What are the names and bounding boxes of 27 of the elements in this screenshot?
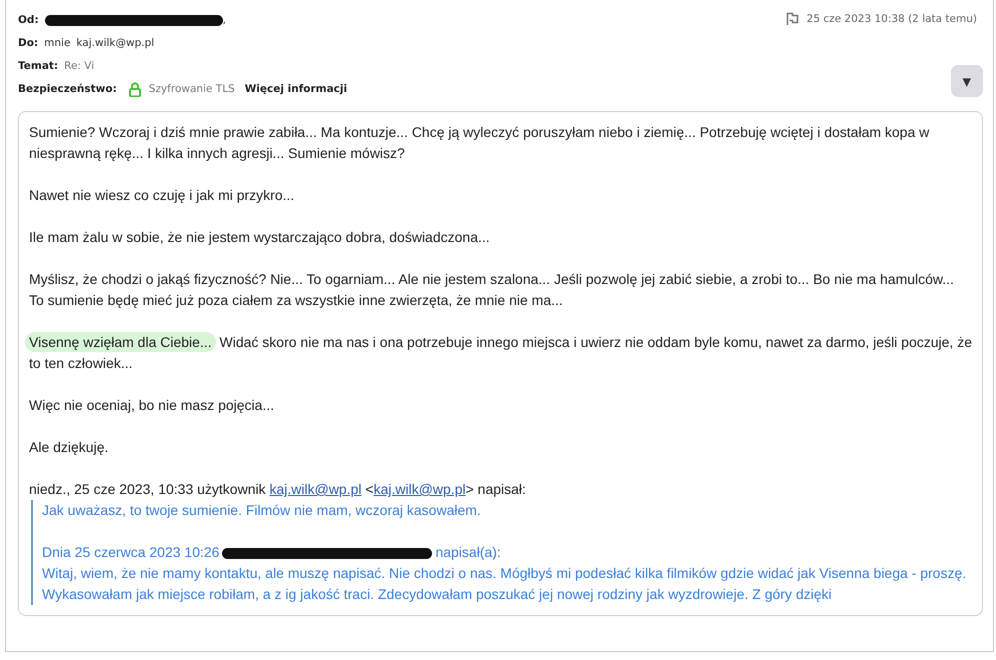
quoted-text: Witaj, wiem, że nie mamy kontaktu, ale muszę napisać. Nie chodzi o nas. Mógłbyś mi podesłać kilka filmików gdzie widać jak Visenna biega - proszę. Wykasowałam jak miejsce robiłam, a z ig jakość traci. Zdecydowałam poszukać jej nowej rodziny jak wyzdrowieje. Z góry dzięki [42, 564, 968, 604]
reply-attribution: niedz., 25 cze 2023, 10:33 użytkownik kaj.wilk@wp.pl <kaj.wilk@wp.pl> napisał: [29, 480, 527, 499]
recipient-name: mnie [44, 37, 70, 49]
recipient-address: kaj.wilk@wp.pl [76, 37, 154, 49]
message-date: 25 cze 2023 10:38 (2 lata temu) [806, 12, 977, 24]
body-paragraph: Myślisz, że chodzi o jakąś fizyczność? Nie... To ogarniam... Ale nie jestem szalona... Jeśli pozwolę jej zabić siebie, a zrobi to... Bo nie ma hamulców... To sumienie będę mieć już poza ciałem za wszystkie inne zwierzęta, że mnie nie ma... [29, 270, 955, 310]
email-link[interactable]: kaj.wilk@wp.pl [269, 481, 362, 497]
body-paragraph: Więc nie oceniaj, bo nie masz pojęcia... [29, 396, 276, 415]
field-label: Bezpieczeństwo: [18, 83, 117, 95]
field-label: Do: [18, 37, 38, 49]
more-info-link[interactable]: Więcej informacji [244, 83, 348, 95]
field-label: Od: [18, 14, 39, 26]
subject-text: Re: Vi [64, 60, 94, 72]
flag-icon[interactable] [786, 12, 799, 25]
quoted-attribution: Dnia 25 czerwca 2023 10:26 [42, 544, 220, 560]
field-label: Temat: [18, 60, 58, 72]
body-paragraph: Ile mam żalu w sobie, że nie jestem wystarczająco dobra, doświadczona... [29, 228, 491, 247]
quoted-text: Jak uważasz, to twoje sumienie. Filmów nie mam, wczoraj kasowałem. [42, 501, 482, 520]
body-paragraph: Ale dziękuję. [29, 438, 110, 457]
expand-button[interactable]: ▾ [951, 65, 983, 97]
body-paragraph: Sumienie? Wczoraj i dziś mnie prawie zabiła... Ma kontuzje... Chcę ją wyleczyć poruszyłam niebo i ziemię... Potrzebuję wciętej i dostałam kopa w niesprawną rękę... I kilka innych agresji... Sumienie mówisz? [29, 123, 930, 163]
body-paragraph: Nawet nie wiesz co czuję i jak mi przykro... [29, 186, 296, 205]
separator-text: , [222, 14, 226, 26]
quoted-attribution: napisał(a): [435, 544, 501, 560]
encryption-status: Szyfrowanie TLS [148, 83, 235, 95]
email-link[interactable]: kaj.wilk@wp.pl [374, 481, 466, 497]
lock-icon [128, 82, 141, 96]
